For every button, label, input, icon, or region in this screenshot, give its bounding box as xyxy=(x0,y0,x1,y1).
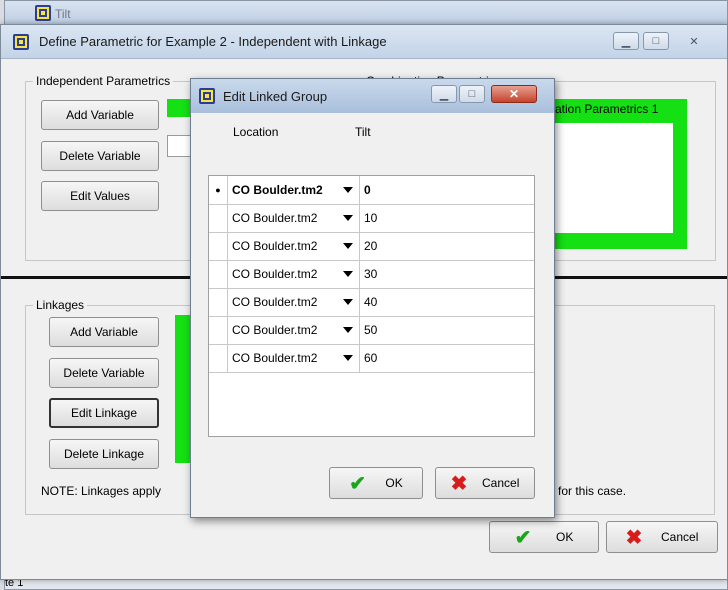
x-icon: ✖ xyxy=(625,526,643,549)
dropdown-arrow-icon[interactable] xyxy=(343,327,353,333)
check-icon: ✔ xyxy=(349,472,367,495)
minimize-icon[interactable]: ▁ xyxy=(431,85,457,103)
close-icon[interactable]: ✕ xyxy=(681,32,707,50)
linked-cancel-button[interactable]: ✖ Cancel xyxy=(435,467,535,499)
linked-group-grid: ● CO Boulder.tm2 0 CO Boulder.tm2 10 CO … xyxy=(208,175,535,437)
dropdown-arrow-icon[interactable] xyxy=(343,243,353,249)
location-cell[interactable]: CO Boulder.tm2 xyxy=(228,176,360,204)
tilt-cell[interactable]: 50 xyxy=(360,316,534,344)
main-titlebar: Define Parametric for Example 2 - Indepe… xyxy=(1,25,727,59)
main-ok-button[interactable]: ✔ OK xyxy=(489,521,599,553)
main-dialog-title: Define Parametric for Example 2 - Indepe… xyxy=(39,34,387,49)
dropdown-arrow-icon[interactable] xyxy=(343,271,353,277)
independent-list-box[interactable] xyxy=(167,135,191,157)
dropdown-arrow-icon[interactable] xyxy=(343,355,353,361)
table-row[interactable]: CO Boulder.tm2 30 xyxy=(209,260,534,289)
tilt-cell[interactable]: 10 xyxy=(360,204,534,232)
row-selector[interactable] xyxy=(209,232,228,260)
dropdown-arrow-icon[interactable] xyxy=(343,215,353,221)
main-cancel-label: Cancel xyxy=(661,530,699,544)
delete-linkage-button[interactable]: Delete Linkage xyxy=(49,439,159,469)
maximize-icon[interactable]: □ xyxy=(459,85,485,103)
row-selector[interactable] xyxy=(209,260,228,288)
edit-linkage-button[interactable]: Edit Linkage xyxy=(49,398,159,428)
main-cancel-button[interactable]: ✖ Cancel xyxy=(606,521,718,553)
add-variable-button[interactable]: Add Variable xyxy=(41,100,159,130)
row-selector-icon[interactable]: ● xyxy=(209,176,228,204)
app-icon xyxy=(35,5,51,21)
linked-dialog-title: Edit Linked Group xyxy=(223,89,328,104)
column-header-tilt: Tilt xyxy=(355,125,371,139)
linkages-note: NOTE: Linkages apply xyxy=(41,484,162,498)
linkages-note-tail: for this case. xyxy=(558,484,627,498)
row-selector[interactable] xyxy=(209,344,228,372)
table-row[interactable]: CO Boulder.tm2 20 xyxy=(209,232,534,261)
location-cell[interactable]: CO Boulder.tm2 xyxy=(228,316,360,344)
tilt-cell[interactable]: 60 xyxy=(360,344,534,372)
linked-ok-button[interactable]: ✔ OK xyxy=(329,467,423,499)
linked-dialog-body: Location Tilt ● CO Boulder.tm2 0 CO Boul… xyxy=(191,113,554,517)
app-icon xyxy=(199,88,215,104)
tilt-cell[interactable]: 0 xyxy=(360,176,534,204)
linkages-group-label: Linkages xyxy=(33,298,88,312)
edit-linked-group-dialog: Edit Linked Group ▁ □ ✕ Location Tilt ● … xyxy=(190,78,555,518)
location-cell[interactable]: CO Boulder.tm2 xyxy=(228,260,360,288)
independent-group-label: Independent Parametrics xyxy=(33,74,174,88)
close-icon[interactable]: ✕ xyxy=(491,85,537,103)
delete-variable-button[interactable]: Delete Variable xyxy=(41,141,159,171)
dropdown-arrow-icon[interactable] xyxy=(343,187,353,193)
tilt-cell[interactable]: 40 xyxy=(360,288,534,316)
check-icon: ✔ xyxy=(514,526,532,549)
tilt-cell[interactable]: 20 xyxy=(360,232,534,260)
app-icon xyxy=(13,34,29,50)
location-cell[interactable]: CO Boulder.tm2 xyxy=(228,288,360,316)
linked-titlebar: Edit Linked Group ▁ □ ✕ xyxy=(191,79,554,113)
location-cell[interactable]: CO Boulder.tm2 xyxy=(228,232,360,260)
column-header-location: Location xyxy=(233,125,279,139)
combination-list-box[interactable] xyxy=(555,123,673,233)
dropdown-arrow-icon[interactable] xyxy=(343,299,353,305)
table-row[interactable]: CO Boulder.tm2 60 xyxy=(209,344,534,373)
table-row[interactable]: CO Boulder.tm2 40 xyxy=(209,288,534,317)
row-selector[interactable] xyxy=(209,288,228,316)
minimize-icon[interactable]: ▁ xyxy=(613,32,639,50)
row-selector[interactable] xyxy=(209,316,228,344)
edit-values-button[interactable]: Edit Values xyxy=(41,181,159,211)
maximize-icon[interactable]: □ xyxy=(643,32,669,50)
linked-cancel-label: Cancel xyxy=(482,476,520,490)
linked-ok-label: OK xyxy=(385,476,403,490)
tilt-cell[interactable]: 30 xyxy=(360,260,534,288)
linkage-add-variable-button[interactable]: Add Variable xyxy=(49,317,159,347)
table-row[interactable]: ● CO Boulder.tm2 0 xyxy=(209,176,534,205)
table-row[interactable]: CO Boulder.tm2 50 xyxy=(209,316,534,345)
row-selector[interactable] xyxy=(209,204,228,232)
main-ok-label: OK xyxy=(556,530,574,544)
combination-panel-label: ation Parametrics 1 xyxy=(555,102,659,116)
location-cell[interactable]: CO Boulder.tm2 xyxy=(228,344,360,372)
x-icon: ✖ xyxy=(450,472,468,495)
linkage-delete-variable-button[interactable]: Delete Variable xyxy=(49,358,159,388)
background-title: Tilt xyxy=(55,7,71,21)
location-cell[interactable]: CO Boulder.tm2 xyxy=(228,204,360,232)
combination-parametrics-panel: ation Parametrics 1 xyxy=(541,99,687,249)
table-row[interactable]: CO Boulder.tm2 10 xyxy=(209,204,534,233)
